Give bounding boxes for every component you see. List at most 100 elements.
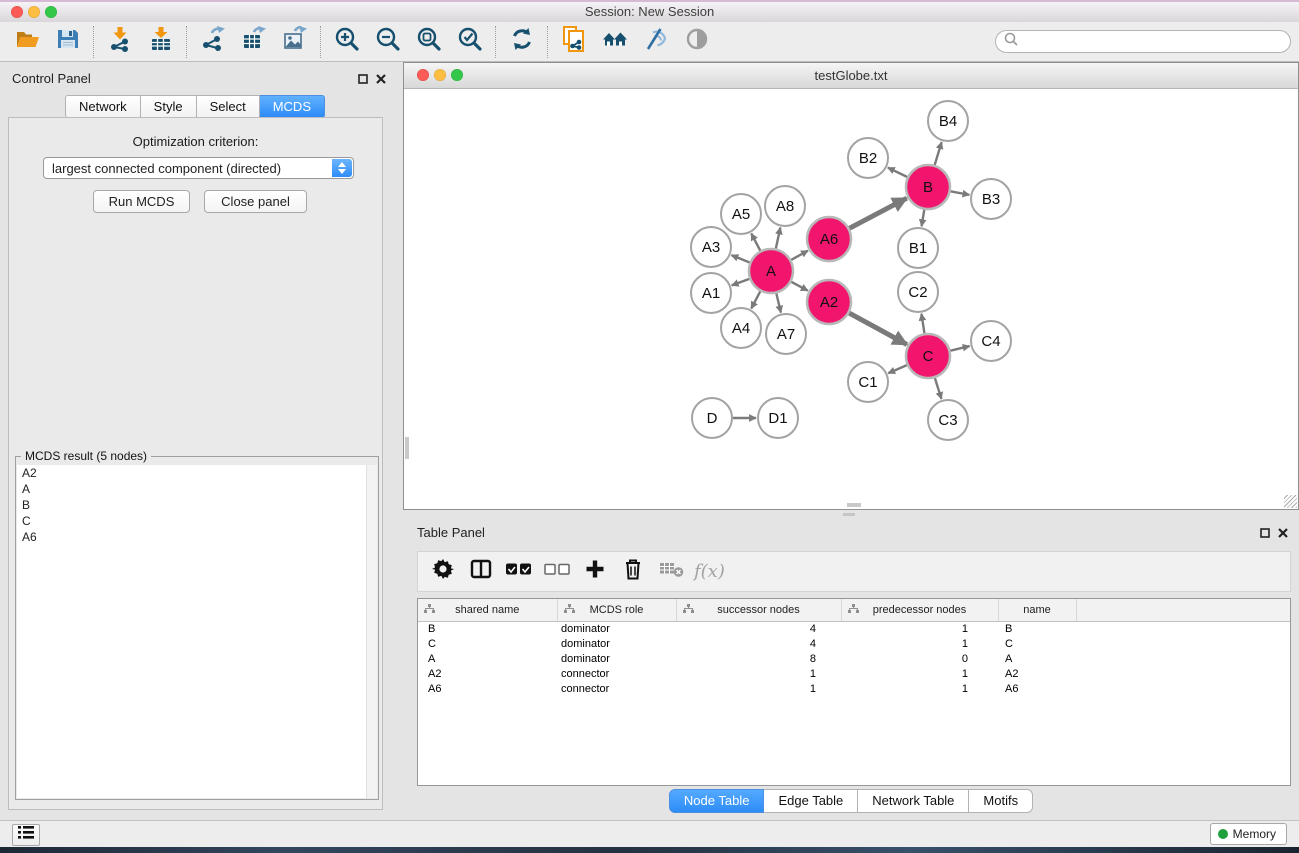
graph-node-A5[interactable]: A5	[721, 194, 761, 234]
save-session-button[interactable]	[47, 25, 88, 59]
table-float-panel-icon[interactable]	[1259, 527, 1271, 539]
tab-mcds[interactable]: MCDS	[260, 95, 325, 118]
table-cell[interactable]: connector	[557, 667, 676, 682]
graph-node-A6[interactable]: A6	[807, 217, 851, 261]
table-cell[interactable]: A2	[418, 667, 557, 682]
close-panel-icon[interactable]	[375, 73, 387, 85]
graph-node-A2[interactable]: A2	[807, 280, 851, 324]
canvas-horizontal-scrollbar[interactable]	[847, 503, 861, 507]
open-session-button[interactable]	[6, 25, 47, 59]
show-all-button[interactable]	[676, 25, 717, 59]
table-cell[interactable]: 1	[841, 637, 998, 652]
table-cell[interactable]: A6	[998, 682, 1076, 697]
graph-node-C4[interactable]: C4	[971, 321, 1011, 361]
hide-selected-button[interactable]	[635, 25, 676, 59]
graph-edge-A-A3[interactable]	[731, 255, 749, 262]
tab-motifs[interactable]: Motifs	[969, 789, 1033, 813]
graph-edge-C-C2[interactable]	[921, 314, 924, 334]
table-cell[interactable]: dominator	[557, 622, 676, 638]
table-row[interactable]: Cdominator41C	[418, 637, 1290, 652]
table-cell[interactable]: 1	[841, 667, 998, 682]
table-cell[interactable]: 4	[676, 622, 841, 638]
table-row[interactable]: A2connector11A2	[418, 667, 1290, 682]
table-cell[interactable]: dominator	[557, 637, 676, 652]
graph-edge-A-A1[interactable]	[732, 279, 750, 286]
mcds-result-item[interactable]: C	[17, 513, 367, 529]
refresh-button[interactable]	[501, 25, 542, 59]
graph-edge-C-C4[interactable]	[950, 346, 969, 351]
panel-splitter-handle[interactable]	[843, 513, 855, 516]
task-history-button[interactable]	[12, 824, 40, 846]
tab-network[interactable]: Network	[65, 95, 141, 118]
add-column-button[interactable]	[576, 556, 614, 588]
table-close-panel-icon[interactable]	[1277, 527, 1289, 539]
graph-node-B1[interactable]: B1	[898, 228, 938, 268]
mcds-result-item[interactable]: A2	[17, 465, 367, 481]
tab-style[interactable]: Style	[141, 95, 197, 118]
tab-edge-table[interactable]: Edge Table	[764, 789, 858, 813]
first-neighbors-button[interactable]	[594, 25, 635, 59]
graph-edge-A-A8[interactable]	[776, 228, 781, 249]
graph-edge-A-A5[interactable]	[751, 233, 760, 250]
table-row[interactable]: Adominator80A	[418, 652, 1290, 667]
import-table-button[interactable]	[140, 25, 181, 59]
graph-edge-C-C1[interactable]	[888, 365, 907, 373]
window-resize-grip[interactable]	[1284, 495, 1297, 508]
network-canvas[interactable]: B4B2BB3A5A8A6A3AB1A1A2C2A4A7C4CC1DD1C3	[404, 89, 1298, 509]
graph-node-C[interactable]: C	[906, 334, 950, 378]
table-cell[interactable]: 1	[676, 667, 841, 682]
graph-node-A1[interactable]: A1	[691, 273, 731, 313]
delete-table-button[interactable]	[652, 556, 690, 588]
graph-node-C3[interactable]: C3	[928, 400, 968, 440]
graph-node-C2[interactable]: C2	[898, 272, 938, 312]
table-cell[interactable]: A	[998, 652, 1076, 667]
export-network-button[interactable]	[192, 25, 233, 59]
graph-edge-A-A7[interactable]	[776, 293, 781, 312]
select-all-checked-button[interactable]	[500, 556, 538, 588]
graph-edge-B-B3[interactable]	[951, 191, 970, 195]
tab-node-table[interactable]: Node Table	[669, 789, 765, 813]
table-cell[interactable]: C	[418, 637, 557, 652]
import-network-button[interactable]	[99, 25, 140, 59]
zoom-selected-button[interactable]	[449, 25, 490, 59]
column-header-name[interactable]: name	[998, 599, 1076, 622]
graph-node-B3[interactable]: B3	[971, 179, 1011, 219]
table-cell[interactable]: C	[998, 637, 1076, 652]
graph-edge-C-C3[interactable]	[935, 378, 942, 399]
graph-node-A4[interactable]: A4	[721, 308, 761, 348]
delete-column-button[interactable]	[614, 556, 652, 588]
table-cell[interactable]: B	[998, 622, 1076, 638]
optimization-criterion-select[interactable]: largest connected component (directed)	[43, 157, 354, 179]
column-header-shared-name[interactable]: shared name	[418, 599, 557, 622]
table-cell[interactable]: 4	[676, 637, 841, 652]
table-cell[interactable]: A6	[418, 682, 557, 697]
mcds-result-item[interactable]: B	[17, 497, 367, 513]
graph-node-D1[interactable]: D1	[758, 398, 798, 438]
graph-node-A7[interactable]: A7	[766, 314, 806, 354]
table-cell[interactable]: connector	[557, 682, 676, 697]
graph-edge-A2-C[interactable]	[849, 313, 907, 344]
zoom-out-button[interactable]	[367, 25, 408, 59]
graph-node-D[interactable]: D	[692, 398, 732, 438]
graph-node-A3[interactable]: A3	[691, 227, 731, 267]
zoom-fit-button[interactable]	[408, 25, 449, 59]
function-builder-button[interactable]: f(x)	[694, 561, 725, 582]
table-cell[interactable]: A	[418, 652, 557, 667]
graph-node-B[interactable]: B	[906, 165, 950, 209]
graph-edge-A-A4[interactable]	[751, 291, 760, 308]
graph-edge-B-B1[interactable]	[922, 210, 925, 227]
memory-button[interactable]: Memory	[1210, 823, 1287, 845]
graph-node-A8[interactable]: A8	[765, 186, 805, 226]
table-cell[interactable]: A2	[998, 667, 1076, 682]
graph-node-B4[interactable]: B4	[928, 101, 968, 141]
export-image-button[interactable]	[274, 25, 315, 59]
float-panel-icon[interactable]	[357, 73, 369, 85]
canvas-vertical-scrollbar[interactable]	[405, 437, 409, 459]
graph-node-A[interactable]: A	[749, 249, 793, 293]
mcds-result-item[interactable]: A6	[17, 529, 367, 545]
split-columns-button[interactable]	[462, 556, 500, 588]
graph-edge-B-B4[interactable]	[935, 142, 942, 165]
gear-button[interactable]	[424, 556, 462, 588]
search-input[interactable]	[1023, 32, 1290, 52]
tab-network-table[interactable]: Network Table	[858, 789, 969, 813]
